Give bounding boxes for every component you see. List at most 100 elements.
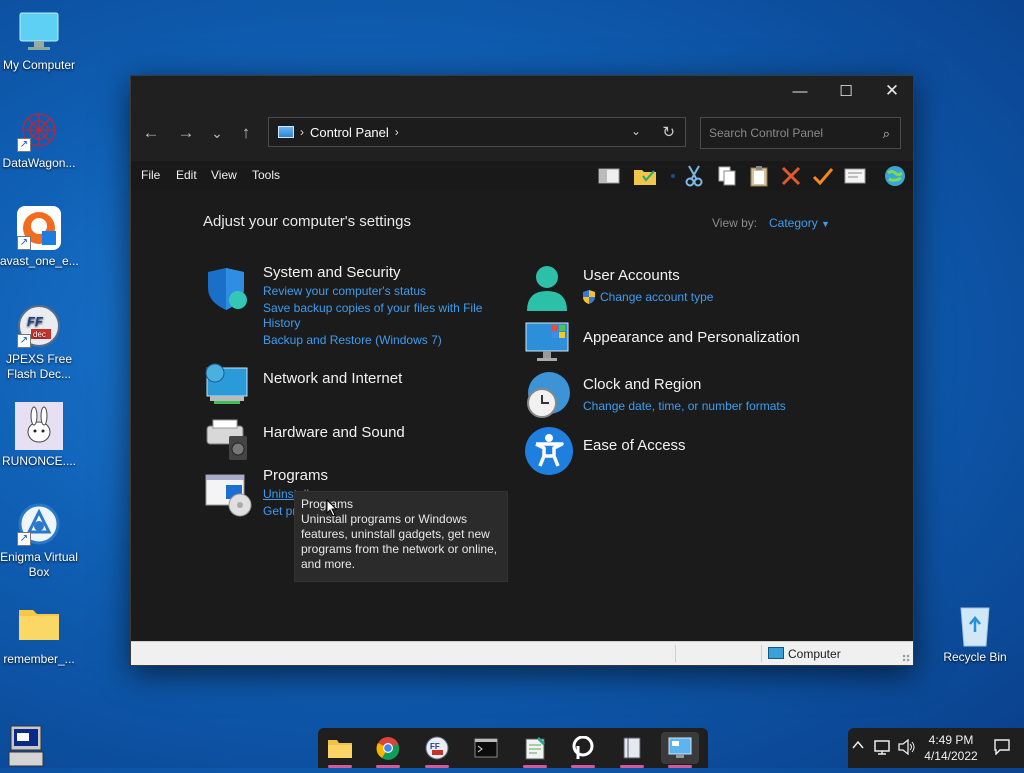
link-change-account-type[interactable]: Change account type: [600, 290, 713, 305]
category-ease-of-access[interactable]: Ease of Access: [583, 437, 686, 454]
pcloud-icon[interactable]: [564, 732, 602, 768]
category-hardware-and-sound[interactable]: Hardware and Sound: [263, 424, 405, 441]
up-button[interactable]: ↑: [232, 116, 260, 150]
monitor-icon: [17, 10, 61, 54]
recent-locations-button[interactable]: ⌄: [203, 116, 231, 150]
desktop-icon-avast[interactable]: ↗ avast_one_e...: [0, 206, 79, 269]
start-vm-icon[interactable]: [5, 724, 49, 768]
shortcut-arrow-icon: ↗: [17, 334, 31, 348]
close-button[interactable]: ✕: [869, 76, 915, 106]
status-divider: [761, 645, 762, 662]
volume-icon[interactable]: [898, 738, 916, 758]
desktop-icon-my-computer[interactable]: My Computer: [0, 10, 78, 73]
link-backup-restore[interactable]: Backup and Restore (Windows 7): [263, 333, 442, 348]
datawagon-icon: ↗: [17, 108, 61, 152]
category-clock-and-region[interactable]: Clock and Region: [583, 376, 701, 393]
ease-of-access-icon[interactable]: [524, 426, 573, 475]
enigma-icon: ↗: [17, 502, 61, 546]
search-box[interactable]: Search Control Panel ⌕: [700, 117, 901, 149]
breadcrumb-control-panel[interactable]: Control Panel: [310, 125, 389, 140]
back-button[interactable]: ←: [137, 116, 165, 150]
programs-icon[interactable]: [204, 471, 252, 517]
notification-icon[interactable]: [994, 739, 1010, 758]
system-tray: 4:49 PM 4/14/2022: [848, 728, 1024, 768]
svg-text:dec: dec: [33, 330, 46, 339]
file-explorer-icon[interactable]: [321, 732, 359, 768]
desktop-icon-datawagon[interactable]: ↗ DataWagon...: [0, 108, 78, 171]
folder-check-icon[interactable]: [633, 165, 657, 187]
category-programs[interactable]: Programs: [263, 467, 328, 484]
shortcut-arrow-icon: ↗: [17, 236, 31, 250]
desktop-icon-recycle-bin[interactable]: Recycle Bin: [936, 602, 1014, 665]
status-bar: Computer: [131, 641, 913, 665]
link-file-history[interactable]: Save backup copies of your files with Fi…: [263, 301, 503, 331]
network-globe-icon[interactable]: [204, 361, 250, 407]
mouse-cursor-icon: [326, 498, 338, 522]
link-review-computer-status[interactable]: Review your computer's status: [263, 284, 426, 299]
globe-icon[interactable]: [883, 165, 907, 187]
printer-speaker-icon[interactable]: [204, 416, 250, 462]
control-panel-icon[interactable]: [661, 732, 699, 768]
uac-shield-icon: [582, 290, 596, 309]
chrome-icon[interactable]: [369, 732, 407, 768]
desktop-icon-remember[interactable]: remember_...: [0, 604, 78, 667]
status-location: Computer: [788, 647, 841, 661]
delete-icon[interactable]: [779, 165, 803, 187]
computer-icon: [768, 647, 784, 659]
menu-edit[interactable]: Edit: [176, 168, 197, 182]
desktop-icon-enigma[interactable]: ↗ Enigma Virtual Box: [0, 502, 78, 580]
recycle-bin-icon: [953, 602, 997, 647]
breadcrumb-separator: ›: [300, 125, 304, 139]
category-system-and-security[interactable]: System and Security: [263, 264, 401, 281]
search-input[interactable]: Search Control Panel: [709, 126, 823, 140]
desktop-icon-label: JPEXS Free Flash Dec...: [5, 352, 73, 381]
resize-grip[interactable]: [902, 654, 910, 662]
breadcrumb-chevron[interactable]: ›: [395, 125, 399, 139]
maximize-button[interactable]: ☐: [823, 76, 869, 106]
preview-pane-icon[interactable]: [597, 165, 621, 187]
menu-view[interactable]: View: [211, 168, 237, 182]
menu-tools[interactable]: Tools: [252, 168, 280, 182]
chevron-up-icon[interactable]: [852, 739, 864, 754]
refresh-icon[interactable]: ↻: [662, 123, 675, 141]
view-by-value[interactable]: Category: [769, 216, 818, 230]
copy-icon[interactable]: [715, 165, 739, 187]
desktop-icon-jpexs[interactable]: FF dec ↗ JPEXS Free Flash Dec...: [0, 304, 78, 382]
notepad-icon[interactable]: [516, 732, 554, 768]
appearance-monitor-icon[interactable]: [524, 319, 570, 365]
network-icon[interactable]: [874, 739, 892, 758]
checkmark-icon[interactable]: [811, 165, 835, 187]
search-icon[interactable]: ⌕: [883, 126, 890, 142]
user-accounts-icon[interactable]: [524, 263, 570, 311]
category-user-accounts[interactable]: User Accounts: [583, 267, 680, 284]
taskbar-clock[interactable]: 4:49 PM 4/14/2022: [922, 732, 980, 764]
address-bar[interactable]: › Control Panel › ⌄ ↻: [268, 117, 686, 147]
address-dropdown-icon[interactable]: ⌄: [631, 124, 641, 138]
paste-icon[interactable]: [747, 165, 771, 187]
category-appearance-and-personalization[interactable]: Appearance and Personalization: [583, 329, 800, 346]
minimize-button[interactable]: —: [777, 76, 823, 106]
view-by-dropdown[interactable]: Category ▼: [769, 216, 830, 230]
menu-file[interactable]: File: [141, 168, 160, 182]
desktop-icon-label: Enigma Virtual Box: [0, 550, 78, 579]
properties-icon[interactable]: [843, 165, 867, 187]
dropdown-arrow-icon: ▼: [821, 219, 830, 229]
desktop-icon-runonce[interactable]: RUNONCE....: [0, 402, 78, 469]
category-network-and-internet[interactable]: Network and Internet: [263, 370, 402, 387]
avast-icon: ↗: [17, 206, 61, 250]
desktop-icon-label: remember_...: [3, 652, 75, 666]
terminal-icon[interactable]: [467, 732, 505, 764]
ffdec-icon[interactable]: FF: [418, 732, 456, 768]
desktop-icon-label: Recycle Bin: [943, 650, 1007, 664]
cut-icon[interactable]: [682, 165, 706, 187]
shortcut-arrow-icon: ↗: [17, 138, 31, 152]
shield-icon[interactable]: [204, 266, 250, 312]
forward-button[interactable]: →: [172, 116, 200, 150]
book-icon[interactable]: [613, 732, 651, 768]
status-divider: [675, 645, 676, 662]
shortcut-arrow-icon: ↗: [17, 532, 31, 546]
clock-time: 4:49 PM: [928, 733, 974, 747]
title-bar[interactable]: — ☐ ✕: [131, 76, 913, 106]
link-change-date-time[interactable]: Change date, time, or number formats: [583, 399, 786, 414]
clock-region-icon[interactable]: [524, 371, 570, 418]
